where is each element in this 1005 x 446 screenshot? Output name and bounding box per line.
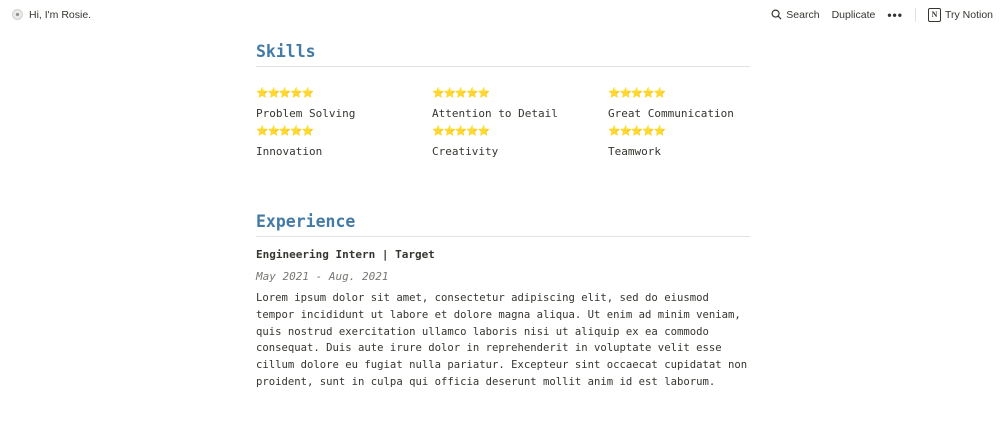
search-label: Search bbox=[786, 8, 820, 21]
skill-name: Creativity bbox=[432, 145, 499, 158]
star-rating: ⭐⭐⭐⭐⭐ bbox=[608, 88, 666, 99]
top-bar-actions: Search Duplicate ••• N Try Notion bbox=[771, 7, 993, 22]
skill-item: ⭐⭐⭐⭐⭐ Problem Solving bbox=[256, 87, 432, 121]
search-button[interactable]: Search bbox=[771, 8, 820, 21]
star-rating: ⭐⭐⭐⭐⭐ bbox=[608, 126, 666, 137]
breadcrumb[interactable]: Hi, I'm Rosie. bbox=[12, 9, 91, 21]
duplicate-label: Duplicate bbox=[831, 8, 876, 21]
try-notion-label: Try Notion bbox=[944, 8, 993, 21]
skill-item: ⭐⭐⭐⭐⭐ Attention to Detail bbox=[432, 87, 608, 121]
more-icon[interactable]: ••• bbox=[887, 8, 903, 22]
job-entry: Engineering Intern | Target May 2021 - A… bbox=[256, 248, 750, 391]
page-title[interactable]: Hi, I'm Rosie. bbox=[29, 9, 91, 21]
job-dates: May 2021 - Aug. 2021 bbox=[256, 270, 389, 283]
job-title: Engineering Intern | Target bbox=[256, 248, 435, 261]
skill-name: Great Communication bbox=[608, 107, 734, 120]
job-description: Lorem ipsum dolor sit amet, consectetur … bbox=[256, 292, 748, 388]
skill-item: ⭐⭐⭐⭐⭐ Creativity bbox=[432, 125, 608, 159]
top-bar: Hi, I'm Rosie. Search Duplicate ••• N Tr… bbox=[0, 0, 1005, 29]
divider bbox=[914, 7, 916, 22]
skills-heading: Skills bbox=[256, 36, 750, 67]
experience-heading: Experience bbox=[256, 206, 750, 237]
skill-item: ⭐⭐⭐⭐⭐ Great Communication bbox=[608, 87, 750, 121]
skills-grid: ⭐⭐⭐⭐⭐ Problem Solving ⭐⭐⭐⭐⭐ Attention to… bbox=[256, 87, 750, 159]
notion-logo-icon: N bbox=[927, 7, 941, 22]
search-icon bbox=[771, 9, 782, 20]
duplicate-button[interactable]: Duplicate bbox=[832, 9, 876, 21]
skill-item: ⭐⭐⭐⭐⭐ Teamwork bbox=[608, 125, 750, 159]
page-icon bbox=[12, 9, 23, 20]
star-rating: ⭐⭐⭐⭐⭐ bbox=[256, 126, 314, 137]
skill-name: Teamwork bbox=[608, 145, 661, 158]
skill-name: Attention to Detail bbox=[432, 107, 558, 120]
experience-section: Experience Engineering Intern | Target M… bbox=[256, 206, 750, 391]
skill-name: Problem Solving bbox=[256, 107, 356, 120]
star-rating: ⭐⭐⭐⭐⭐ bbox=[432, 88, 490, 99]
try-notion-button[interactable]: N Try Notion bbox=[927, 7, 993, 22]
star-rating: ⭐⭐⭐⭐⭐ bbox=[256, 88, 314, 99]
skill-item: ⭐⭐⭐⭐⭐ Innovation bbox=[256, 125, 432, 159]
skill-name: Innovation bbox=[256, 145, 323, 158]
star-rating: ⭐⭐⭐⭐⭐ bbox=[432, 126, 490, 137]
page-content: Skills ⭐⭐⭐⭐⭐ Problem Solving ⭐⭐⭐⭐⭐ Atten… bbox=[256, 36, 750, 391]
